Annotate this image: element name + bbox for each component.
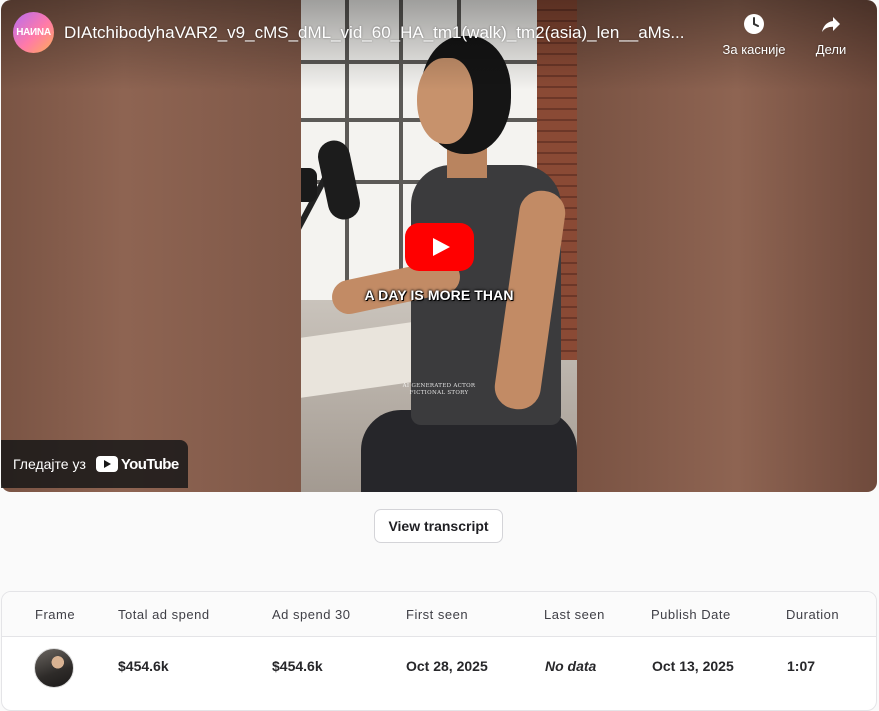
header-last-seen: Last seen [544, 607, 605, 622]
watermark-line-2: FICTIONAL STORY [409, 390, 469, 396]
video-title[interactable]: DIAtchibodyhaVAR2_v9_cMS_dML_vid_60_HA_t… [64, 23, 709, 43]
pop-filter [301, 168, 317, 202]
youtube-icon [95, 456, 118, 472]
ai-watermark: AI GENERATED ACTOR FICTIONAL STORY [301, 383, 577, 397]
youtube-wordmark: YouTube [120, 455, 179, 473]
header-frame: Frame [35, 607, 76, 622]
cell-last-seen: No data [545, 658, 597, 674]
play-icon [433, 238, 450, 256]
ad-stats-table: Frame Total ad spend Ad spend 30 First s… [1, 591, 877, 711]
share-button[interactable]: Дели [791, 12, 871, 57]
view-transcript-button[interactable]: View transcript [374, 509, 503, 543]
video-player[interactable]: A DAY IS MORE THAN AI GENERATED ACTOR FI… [1, 0, 877, 492]
video-caption: A DAY IS MORE THAN [364, 287, 514, 303]
table-row[interactable]: $454.6k $454.6k Oct 28, 2025 No data Oct… [2, 638, 876, 698]
watermark-line-1: AI GENERATED ACTOR [402, 383, 476, 389]
youtube-logo: YouTube [95, 455, 179, 473]
clock-icon [744, 14, 764, 34]
play-button[interactable] [405, 223, 474, 271]
table-header: Frame Total ad spend Ad spend 30 First s… [2, 592, 876, 637]
cell-duration: 1:07 [787, 658, 816, 674]
watch-later-button[interactable]: За касније [714, 12, 794, 57]
share-label: Дели [815, 42, 847, 57]
channel-avatar[interactable]: HAИNA [13, 12, 54, 53]
header-total-ad-spend: Total ad spend [118, 607, 210, 622]
watch-on-youtube-button[interactable]: Гледајте уз YouTube [1, 440, 188, 488]
header-ad-spend-30: Ad spend 30 [272, 607, 351, 622]
watch-on-label: Гледајте уз [13, 456, 86, 472]
frame-thumbnail[interactable] [34, 648, 74, 688]
cell-ad-spend-30: $454.6k [272, 658, 323, 674]
header-publish-date: Publish Date [651, 607, 731, 622]
header-duration: Duration [786, 607, 840, 622]
cell-total-ad-spend: $454.6k [118, 658, 169, 674]
share-arrow-icon [822, 17, 840, 32]
watch-later-label: За касније [722, 42, 786, 57]
cell-publish-date: Oct 13, 2025 [652, 658, 734, 674]
cell-first-seen: Oct 28, 2025 [406, 658, 488, 674]
header-first-seen: First seen [406, 607, 469, 622]
